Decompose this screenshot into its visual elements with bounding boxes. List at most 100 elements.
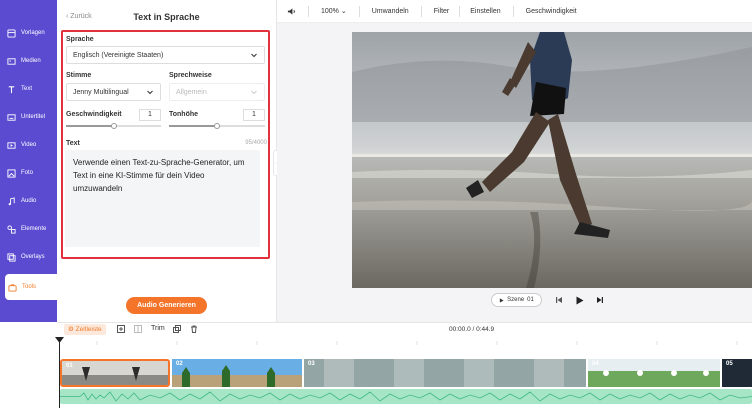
timeline-label: Zeitleiste [75, 326, 102, 333]
sidebar-item-label: Medien [21, 58, 41, 64]
text-input[interactable]: Verwende einen Text-zu-Sprache-Generator… [65, 150, 260, 247]
timeline-toolbar: ⚙ Zeitleiste Trim 00:00.0 / 0:44.9 [57, 322, 752, 336]
clip-thumbnail [62, 361, 168, 385]
timeline-clip-1[interactable]: 01 [60, 359, 170, 387]
zoom-value: 100% [321, 8, 339, 15]
text-label: Text [66, 140, 80, 147]
audio-waveform [60, 391, 752, 402]
video-frame-image [352, 32, 752, 288]
sidebar-item-label: Overlays [21, 254, 45, 260]
video-icon [7, 141, 16, 149]
sidebar-item-media[interactable]: Medien [0, 48, 57, 74]
sidebar-item-text[interactable]: Text [0, 76, 57, 102]
sidebar-item-tools[interactable]: Tools [5, 274, 57, 300]
language-select[interactable]: Englisch (Vereinigte Staaten) [66, 46, 265, 64]
chevron-down-icon [251, 53, 257, 58]
split-icon[interactable] [134, 325, 142, 333]
preview-toolbar: 100% ⌄ Umwandeln Filter Einstellen Gesch… [277, 0, 752, 23]
filter-button[interactable]: Filter [434, 8, 450, 15]
voice-select[interactable]: Jenny Multilingual [66, 83, 161, 101]
trash-icon[interactable] [190, 325, 198, 333]
pitch-slider[interactable] [169, 123, 265, 129]
chevron-down-icon [251, 90, 257, 95]
pitch-slider-handle[interactable] [214, 123, 220, 129]
previous-frame-icon[interactable] [555, 296, 563, 304]
chevron-down-icon [147, 90, 153, 95]
video-preview[interactable] [352, 32, 752, 288]
zoom-select[interactable]: 100% ⌄ [321, 7, 347, 15]
speed-input[interactable]: 1 [139, 109, 161, 121]
timeline-icon: ⚙ [68, 326, 74, 333]
sidebar-item-video[interactable]: Video [0, 132, 57, 158]
speed-slider-fill [66, 125, 114, 127]
sidebar-item-photo[interactable]: Foto [0, 160, 57, 186]
volume-icon[interactable] [287, 7, 296, 16]
sidebar-item-elements[interactable]: Elemente [0, 216, 57, 242]
sidebar-item-label: Untertitel [21, 114, 46, 120]
overlays-icon [7, 252, 16, 262]
add-icon[interactable] [117, 325, 125, 333]
voice-value: Jenny Multilingual [73, 88, 129, 96]
style-label: Sprechweise [169, 72, 212, 79]
sidebar-item-label: Elemente [21, 226, 47, 232]
timecode: 00:00.0 / 0:44.9 [449, 326, 495, 333]
audio-icon [8, 196, 15, 205]
scene-selector[interactable]: Szene 01 [491, 293, 542, 307]
language-value: Englisch (Vereinigte Staaten) [73, 51, 164, 59]
toolbar-separator [308, 5, 309, 17]
play-button-icon[interactable] [575, 296, 584, 305]
convert-button[interactable]: Umwandeln [372, 8, 409, 15]
chevron-down-icon: ⌄ [340, 8, 347, 15]
play-icon [499, 297, 504, 303]
tools-icon [8, 283, 17, 292]
sidebar: Vorlagen Medien Text Untertitel Video Fo… [0, 0, 57, 322]
clip-thumbnail [172, 359, 302, 387]
clip-number: 02 [176, 361, 183, 367]
clip-thumbnail [588, 359, 720, 387]
sidebar-item-label: Foto [21, 170, 34, 176]
toolbar-separator [459, 5, 461, 17]
audio-track[interactable] [60, 389, 752, 404]
language-label: Sprache [66, 36, 94, 43]
pitch-slider-fill [169, 125, 217, 127]
timeline-clip-3[interactable]: 03 [304, 359, 586, 387]
scene-number: 01 [527, 297, 534, 303]
sidebar-item-label: Tools [22, 284, 37, 290]
timeline-clip-4[interactable]: 04 [588, 359, 720, 387]
pitch-label: Tonhöhe [169, 111, 199, 118]
toolbar-separator [512, 5, 514, 17]
sidebar-item-audio[interactable]: Audio [0, 188, 57, 214]
sidebar-item-label: Video [21, 142, 37, 148]
sidebar-item-overlays[interactable]: Overlays [0, 244, 57, 270]
clip-number: 04 [592, 361, 599, 367]
duplicate-icon[interactable] [173, 325, 181, 333]
sidebar-item-label: Text [21, 86, 33, 92]
character-counter: 95/4000 [245, 140, 267, 146]
sidebar-item-subtitles[interactable]: Untertitel [0, 104, 57, 130]
speed-button[interactable]: Geschwindigkeit [526, 8, 577, 15]
template-icon [7, 28, 16, 38]
speed-label: Geschwindigkeit [66, 111, 122, 118]
speed-slider[interactable] [66, 123, 161, 129]
text-to-speech-panel: ‹ Zurück Text in Sprache Sprache Englisc… [57, 0, 276, 322]
trim-button[interactable]: Trim [151, 325, 165, 332]
elements-icon [7, 224, 16, 234]
sidebar-item-label: Audio [21, 198, 37, 204]
speed-slider-handle[interactable] [110, 123, 117, 129]
timeline-playhead[interactable] [59, 337, 60, 408]
timeline-toggle[interactable]: ⚙ Zeitleiste [64, 324, 106, 335]
text-icon [8, 85, 15, 93]
sidebar-item-templates[interactable]: Vorlagen [0, 20, 57, 46]
adjust-button[interactable]: Einstellen [470, 8, 500, 15]
timeline-clip-5[interactable]: 05 [722, 359, 752, 387]
toolbar-separator [358, 5, 360, 17]
generate-audio-button[interactable]: Audio Generieren [126, 297, 207, 314]
playhead-handle-icon[interactable] [55, 337, 64, 343]
timeline-clip-2[interactable]: 02 [172, 359, 302, 387]
photo-icon [7, 168, 16, 178]
pitch-input[interactable]: 1 [243, 109, 265, 121]
next-frame-icon[interactable] [596, 296, 604, 304]
media-icon [7, 57, 16, 65]
subtitle-icon [7, 113, 16, 121]
style-select[interactable]: Allgemein [169, 83, 265, 101]
